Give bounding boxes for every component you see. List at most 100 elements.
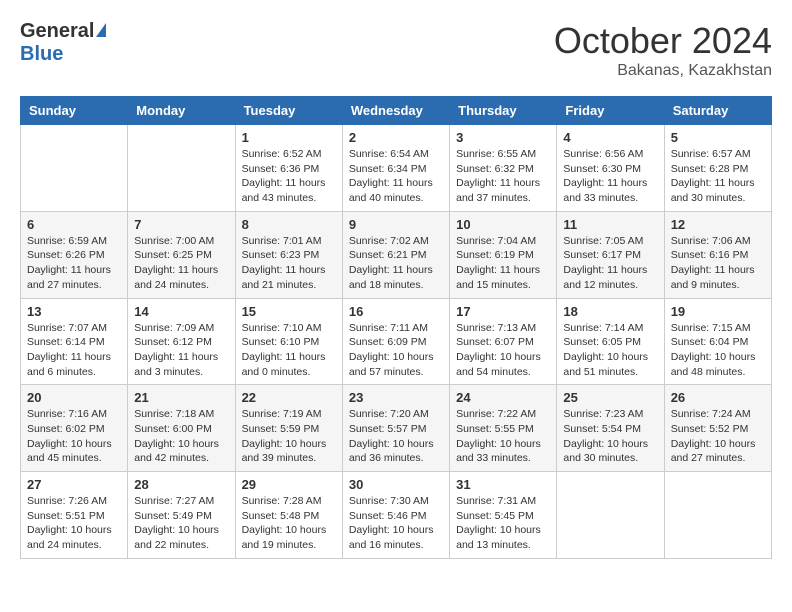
day-info: Sunrise: 7:19 AMSunset: 5:59 PMDaylight:… [242,407,336,466]
weekday-header-monday: Monday [128,97,235,125]
page-header: General Blue October 2024 Bakanas, Kazak… [20,20,772,80]
day-info: Sunrise: 7:18 AMSunset: 6:00 PMDaylight:… [134,407,228,466]
sunrise: Sunrise: 7:30 AM [349,495,429,507]
weekday-header-wednesday: Wednesday [342,97,449,125]
day-number: 5 [671,130,765,145]
day-number: 27 [27,477,121,492]
calendar-cell: 29Sunrise: 7:28 AMSunset: 5:48 PMDayligh… [235,472,342,559]
day-number: 13 [27,304,121,319]
calendar-cell: 15Sunrise: 7:10 AMSunset: 6:10 PMDayligh… [235,298,342,385]
sunset: Sunset: 5:51 PM [27,510,105,522]
day-number: 30 [349,477,443,492]
daylight: Daylight: 11 hours and 9 minutes. [671,264,755,291]
day-number: 24 [456,390,550,405]
day-info: Sunrise: 7:06 AMSunset: 6:16 PMDaylight:… [671,234,765,293]
day-number: 15 [242,304,336,319]
daylight: Daylight: 10 hours and 27 minutes. [671,438,756,465]
day-number: 2 [349,130,443,145]
calendar-cell: 8Sunrise: 7:01 AMSunset: 6:23 PMDaylight… [235,211,342,298]
day-info: Sunrise: 6:56 AMSunset: 6:30 PMDaylight:… [563,147,657,206]
sunrise: Sunrise: 7:18 AM [134,408,214,420]
day-info: Sunrise: 6:54 AMSunset: 6:34 PMDaylight:… [349,147,443,206]
weekday-header-row: SundayMondayTuesdayWednesdayThursdayFrid… [21,97,772,125]
day-number: 11 [563,217,657,232]
calendar-cell: 7Sunrise: 7:00 AMSunset: 6:25 PMDaylight… [128,211,235,298]
day-info: Sunrise: 7:11 AMSunset: 6:09 PMDaylight:… [349,321,443,380]
daylight: Daylight: 11 hours and 21 minutes. [242,264,326,291]
daylight: Daylight: 11 hours and 33 minutes. [563,177,647,204]
weekday-header-friday: Friday [557,97,664,125]
calendar-cell [664,472,771,559]
day-info: Sunrise: 7:07 AM Sunset: 6:14 PM Daylight:… [27,321,121,380]
weekday-header-sunday: Sunday [21,97,128,125]
daylight: Daylight: 10 hours and 36 minutes. [349,438,434,465]
day-number: 6 [27,217,121,232]
calendar-cell: 23Sunrise: 7:20 AMSunset: 5:57 PMDayligh… [342,385,449,472]
calendar-cell: 5Sunrise: 6:57 AMSunset: 6:28 PMDaylight… [664,125,771,212]
sunrise: Sunrise: 7:23 AM [563,408,643,420]
sunrise: Sunrise: 7:06 AM [671,235,751,247]
month-title: October 2024 [554,20,772,62]
sunset: Sunset: 6:17 PM [563,249,641,261]
sunset: Sunset: 6:07 PM [456,336,534,348]
calendar-week-5: 27Sunrise: 7:26 AMSunset: 5:51 PMDayligh… [21,472,772,559]
sunset: Sunset: 6:10 PM [242,336,320,348]
sunset: Sunset: 5:55 PM [456,423,534,435]
daylight: Daylight: 11 hours and 40 minutes. [349,177,433,204]
logo: General Blue [20,20,106,66]
daylight: Daylight: 11 hours and 43 minutes. [242,177,326,204]
logo-line1: General [20,20,94,42]
sunset: Sunset: 6:34 PM [349,163,427,175]
day-number: 20 [27,390,121,405]
sunset: Sunset: 5:48 PM [242,510,320,522]
day-number: 4 [563,130,657,145]
day-info: Sunrise: 7:24 AMSunset: 5:52 PMDaylight:… [671,407,765,466]
sunset: Sunset: 6:04 PM [671,336,749,348]
calendar-cell: 26Sunrise: 7:24 AMSunset: 5:52 PMDayligh… [664,385,771,472]
calendar-cell: 21Sunrise: 7:18 AMSunset: 6:00 PMDayligh… [128,385,235,472]
logo-line2: Blue [20,43,63,65]
daylight: Daylight: 11 hours and 6 minutes. [27,351,111,378]
calendar-cell: 12Sunrise: 7:06 AMSunset: 6:16 PMDayligh… [664,211,771,298]
calendar-cell: 2 Sunrise: 6:54 AMSunset: 6:34 PMDaylight… [342,125,449,212]
calendar-week-2: 6Sunrise: 6:59 AMSunset: 6:26 PMDaylight… [21,211,772,298]
sunrise: Sunrise: 7:04 AM [456,235,536,247]
calendar-cell: 6Sunrise: 6:59 AMSunset: 6:26 PMDaylight… [21,211,128,298]
day-number: 9 [349,217,443,232]
day-number: 17 [456,304,550,319]
sunset: Sunset: 5:59 PM [242,423,320,435]
day-number: 1 [242,130,336,145]
sunset: Sunset: 6:28 PM [671,163,749,175]
day-number: 14 [134,304,228,319]
calendar-cell: 4 Sunrise: 6:56 AMSunset: 6:30 PMDaylight… [557,125,664,212]
sunrise: Sunrise: 7:20 AM [349,408,429,420]
sunrise: Sunrise: 7:19 AM [242,408,322,420]
sunset: Sunset: 6:14 PM [27,336,105,348]
day-info: Sunrise: 7:14 AMSunset: 6:05 PMDaylight:… [563,321,657,380]
sunset: Sunset: 6:05 PM [563,336,641,348]
sunrise: Sunrise: 7:07 AM [27,322,107,334]
day-info: Sunrise: 6:52 AMSunset: 6:36 PMDaylight:… [242,147,336,206]
daylight: Daylight: 10 hours and 19 minutes. [242,524,327,551]
day-number: 10 [456,217,550,232]
daylight: Daylight: 11 hours and 27 minutes. [27,264,111,291]
day-info: Sunrise: 7:27 AMSunset: 5:49 PMDaylight:… [134,494,228,553]
sunrise: Sunrise: 7:01 AM [242,235,322,247]
sunrise: Sunrise: 7:15 AM [671,322,751,334]
sunrise: Sunrise: 7:13 AM [456,322,536,334]
logo-text: General Blue [20,20,106,66]
calendar-cell: 13 Sunrise: 7:07 AM Sunset: 6:14 PM Dayligh… [21,298,128,385]
weekday-header-thursday: Thursday [450,97,557,125]
sunset: Sunset: 6:02 PM [27,423,105,435]
sunrise: Sunrise: 7:05 AM [563,235,643,247]
day-number: 7 [134,217,228,232]
sunrise: Sunrise: 6:59 AM [27,235,107,247]
sunrise: Sunrise: 7:14 AM [563,322,643,334]
day-info: Sunrise: 7:16 AMSunset: 6:02 PMDaylight:… [27,407,121,466]
sunset: Sunset: 6:12 PM [134,336,212,348]
daylight: Daylight: 10 hours and 24 minutes. [27,524,112,551]
calendar-header: SundayMondayTuesdayWednesdayThursdayFrid… [21,97,772,125]
sunrise: Sunrise: 7:24 AM [671,408,751,420]
day-info: Sunrise: 7:09 AMSunset: 6:12 PMDaylight:… [134,321,228,380]
sunset: Sunset: 6:19 PM [456,249,534,261]
